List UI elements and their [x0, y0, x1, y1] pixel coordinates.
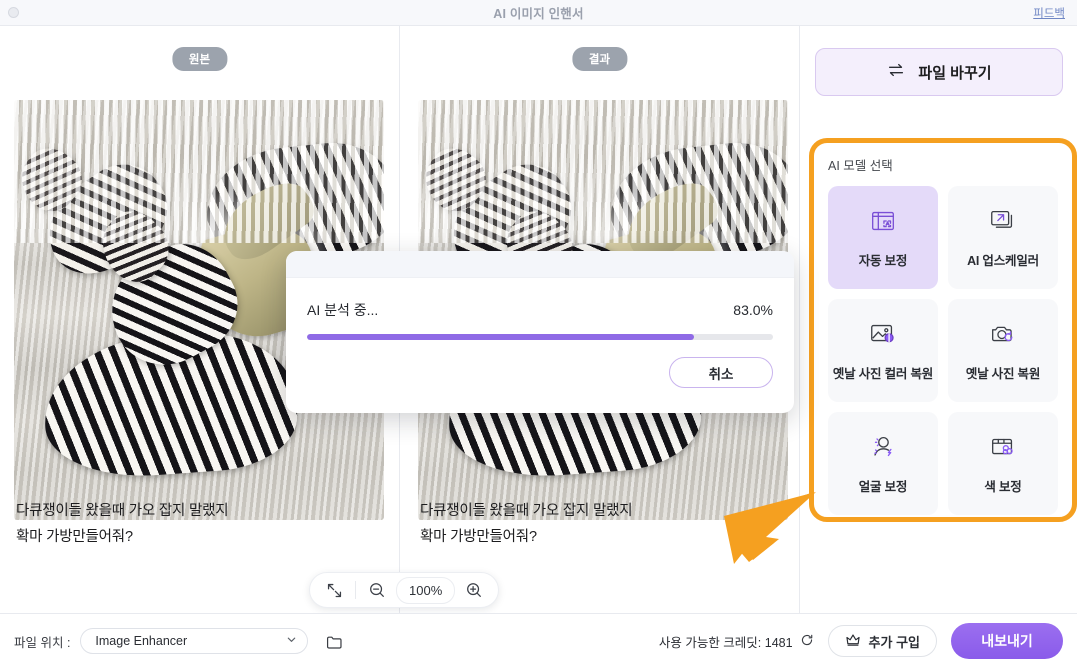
- result-caption-line2: 확마 가방만들어줘?: [420, 529, 537, 545]
- upscale-icon: [988, 206, 1018, 241]
- model-label: AI 업스케일러: [967, 254, 1039, 268]
- model-label: 옛날 사진 복원: [965, 367, 1041, 381]
- file-location-select[interactable]: Image Enhancer: [80, 628, 309, 654]
- model-card-face-retouch[interactable]: 얼굴 보정: [828, 412, 938, 515]
- original-caption: 다큐쟁이들 왔을때 가오 잡지 말랬지 확마 가방만들어줘?: [16, 498, 376, 550]
- credits-display: 사용 가능한 크레딧: 1481: [659, 632, 814, 651]
- model-card-colorize[interactable]: 옛날 사진 컬러 복원: [828, 299, 938, 402]
- right-sidebar: 파일 바꾸기 AI 모델 선택 자동 보정 AI 업스케일러 옛날 사진 컬러 …: [801, 26, 1077, 613]
- progress-status-text: AI 분석 중...: [307, 302, 379, 318]
- swap-file-button[interactable]: 파일 바꾸기: [815, 48, 1063, 96]
- folder-icon[interactable]: [322, 629, 346, 653]
- credits-text: 사용 가능한 크레딧: 1481: [658, 635, 793, 650]
- model-card-auto-enhance[interactable]: 자동 보정: [828, 186, 938, 289]
- file-location-value: Image Enhancer: [95, 634, 188, 648]
- buy-credits-label: 추가 구입: [868, 634, 920, 650]
- model-label: 색 보정: [984, 480, 1022, 494]
- zoom-in-icon[interactable]: [459, 575, 489, 605]
- model-card-color-correct[interactable]: 색 보정: [948, 412, 1058, 515]
- crown-icon: [845, 632, 861, 651]
- dialog-body: AI 분석 중... 83.0% 취소: [286, 278, 794, 388]
- swap-arrows-icon: [886, 60, 906, 84]
- export-button[interactable]: 내보내기: [951, 623, 1063, 659]
- toolbar-separator: [355, 581, 356, 599]
- ai-model-grid: 자동 보정 AI 업스케일러 옛날 사진 컬러 복원 옛날 사진 복원 얼굴 보…: [828, 186, 1058, 515]
- ai-model-panel: AI 모델 선택 자동 보정 AI 업스케일러 옛날 사진 컬러 복원 옛날 사…: [809, 138, 1077, 522]
- color-correct-icon: [988, 432, 1018, 467]
- pane-badge-result: 결과: [571, 47, 628, 71]
- original-caption-line2: 확마 가방만들어줘?: [16, 529, 133, 545]
- model-label: 자동 보정: [858, 254, 908, 268]
- file-location-label: 파일 위치 :: [14, 635, 71, 650]
- dialog-header: [286, 251, 794, 278]
- progress-percent-text: 83.0%: [733, 302, 773, 318]
- colorize-photo-icon: [868, 319, 898, 354]
- bottom-bar: 파일 위치 : Image Enhancer 사용 가능한 크레딧: 1481: [0, 613, 1077, 668]
- model-card-upscaler[interactable]: AI 업스케일러: [948, 186, 1058, 289]
- dialog-status-row: AI 분석 중... 83.0%: [307, 300, 773, 320]
- chevron-down-icon: [286, 634, 297, 648]
- zoom-toolbar: 100%: [309, 572, 500, 608]
- buy-credits-button[interactable]: 추가 구입: [827, 625, 937, 657]
- progress-bar-fill: [307, 334, 694, 340]
- original-caption-line1: 다큐쟁이들 왔을때 가오 잡지 말랬지: [16, 503, 229, 519]
- cancel-button[interactable]: 취소: [669, 357, 773, 388]
- result-caption: 다큐쟁이들 왔을때 가오 잡지 말랬지 확마 가방만들어줘?: [420, 498, 780, 550]
- ai-model-section-title: AI 모델 선택: [828, 159, 893, 173]
- model-card-restore[interactable]: 옛날 사진 복원: [948, 299, 1058, 402]
- model-label: 옛날 사진 컬러 복원: [832, 367, 934, 381]
- bottom-bar-right: 사용 가능한 크레딧: 1481 추가 구입 내보내기: [659, 623, 1063, 659]
- zoom-level[interactable]: 100%: [396, 576, 456, 604]
- swap-file-label: 파일 바꾸기: [918, 64, 992, 82]
- progress-bar-track: [307, 334, 773, 340]
- pane-badge-original: 원본: [171, 47, 228, 71]
- feedback-link[interactable]: 피드백: [1033, 5, 1065, 21]
- restore-photo-icon: [988, 319, 1018, 354]
- zoom-out-icon[interactable]: [362, 575, 392, 605]
- dialog-actions: 취소: [307, 357, 773, 388]
- face-retouch-icon: [868, 432, 898, 467]
- zebra-back-head: [14, 138, 93, 222]
- progress-dialog: AI 분석 중... 83.0% 취소: [286, 251, 794, 413]
- zebra-back-head: [418, 138, 497, 222]
- app-title: AI 이미지 인핸서: [493, 7, 584, 21]
- refresh-icon[interactable]: [800, 633, 814, 650]
- fit-screen-icon[interactable]: [319, 575, 349, 605]
- title-bar: AI 이미지 인핸서 피드백: [0, 0, 1077, 26]
- result-caption-line1: 다큐쟁이들 왔을때 가오 잡지 말랬지: [420, 503, 633, 519]
- auto-enhance-icon: [868, 206, 898, 241]
- model-label: 얼굴 보정: [858, 480, 908, 494]
